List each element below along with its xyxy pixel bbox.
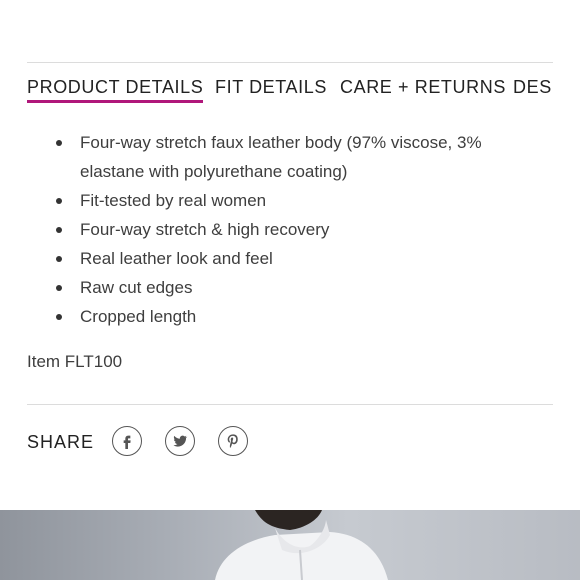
product-details-panel: Four-way stretch faux leather body (97% … xyxy=(27,128,527,331)
details-list: Four-way stretch faux leather body (97% … xyxy=(27,128,527,331)
item-code: Item FLT100 xyxy=(27,352,123,371)
product-photo xyxy=(0,510,580,580)
tab-description[interactable]: DES xyxy=(513,75,552,99)
facebook-icon[interactable] xyxy=(112,426,142,456)
list-item: Raw cut edges xyxy=(27,273,527,302)
list-item: Four-way stretch & high recovery xyxy=(27,215,527,244)
pinterest-icon[interactable] xyxy=(218,426,248,456)
share-label: SHARE xyxy=(27,432,95,452)
share-divider xyxy=(27,404,553,405)
tab-fit-details[interactable]: FIT DETAILS xyxy=(215,75,327,99)
list-item: Real leather look and feel xyxy=(27,244,527,273)
list-item: Four-way stretch faux leather body (97% … xyxy=(27,128,527,186)
tab-product-details[interactable]: PRODUCT DETAILS xyxy=(27,75,204,103)
list-item: Cropped length xyxy=(27,302,527,331)
list-item: Fit-tested by real women xyxy=(27,186,527,215)
twitter-icon[interactable] xyxy=(165,426,195,456)
product-tabs: PRODUCT DETAILS FIT DETAILS CARE + RETUR… xyxy=(27,75,553,105)
tab-care-returns[interactable]: CARE + RETURNS xyxy=(340,75,506,99)
top-divider xyxy=(27,62,553,63)
